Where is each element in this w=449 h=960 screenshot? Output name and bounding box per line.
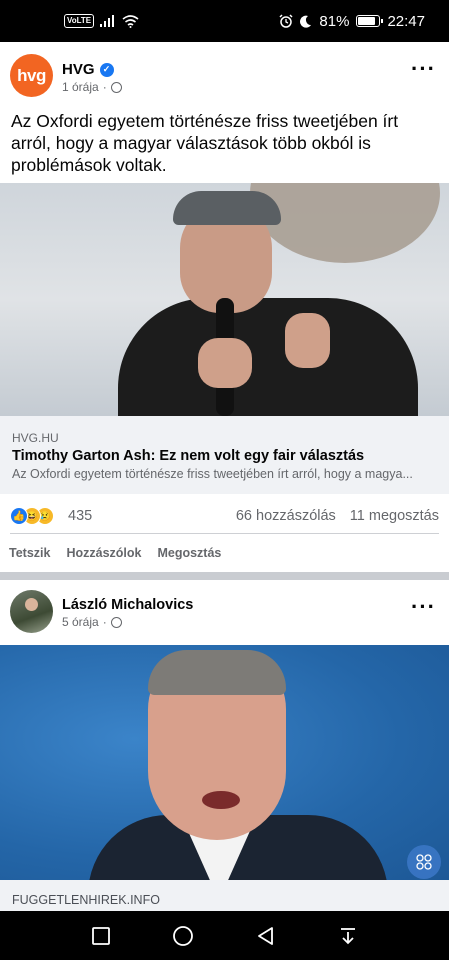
comment-button[interactable]: Hozzászólok <box>66 546 141 560</box>
image-hair <box>148 650 286 695</box>
verified-badge-icon: ✓ <box>99 62 114 77</box>
signal-icon <box>100 15 115 27</box>
link-domain: FUGGETLENHIREK.INFO <box>12 893 160 907</box>
battery-fill <box>358 17 375 25</box>
meta-separator: · <box>102 80 107 94</box>
navigation-bar <box>0 911 449 960</box>
post-author[interactable]: HVG ✓ <box>62 61 114 78</box>
clock: 22:47 <box>387 12 425 30</box>
share-button[interactable]: Megosztás <box>157 546 221 560</box>
reaction-icons[interactable]: 👍 😆 😢 <box>10 507 54 525</box>
author-name[interactable]: László Michalovics <box>62 597 193 613</box>
status-bar: VoLTE 81% 22:47 <box>0 0 449 42</box>
post-hvg: hvg HVG ✓ 1 órája · ··· Az Oxfordi egyet… <box>0 42 449 572</box>
square-icon <box>92 926 111 945</box>
image-cap <box>173 191 281 225</box>
post-time[interactable]: 1 órája <box>62 80 99 94</box>
status-left: VoLTE <box>64 14 139 28</box>
more-options-icon[interactable]: ··· <box>411 58 436 80</box>
avatar[interactable] <box>10 590 53 633</box>
wifi-icon <box>122 14 139 28</box>
globe-icon <box>110 616 122 628</box>
post-image[interactable] <box>0 645 449 880</box>
avatar[interactable]: hvg <box>10 54 53 97</box>
author-name[interactable]: HVG <box>62 61 95 78</box>
image-hand <box>285 313 330 368</box>
post-header: hvg HVG ✓ 1 órája · ··· <box>0 42 449 106</box>
battery-percent: 81% <box>319 12 350 30</box>
volte-icon: VoLTE <box>64 14 95 28</box>
comment-count[interactable]: 66 hozzászólás <box>236 508 336 524</box>
back-button[interactable] <box>253 923 279 949</box>
divider <box>10 533 439 534</box>
post-michalovics: László Michalovics 5 órája · ··· FUGGETL… <box>0 580 449 911</box>
link-domain: HVG.HU <box>12 431 59 445</box>
home-button[interactable] <box>170 923 196 949</box>
like-button[interactable]: Tetszik <box>9 546 50 560</box>
reaction-count[interactable]: 435 <box>68 508 92 524</box>
image-mouth <box>202 791 240 809</box>
image-hand <box>198 338 252 388</box>
link-description: Az Oxfordi egyetem történésze friss twee… <box>12 467 413 481</box>
post-meta: 5 órája · <box>62 615 122 629</box>
post-image[interactable] <box>0 183 449 416</box>
alarm-icon <box>279 14 293 28</box>
share-count[interactable]: 11 megosztás <box>350 508 439 524</box>
download-arrow-icon <box>340 927 355 944</box>
feed-separator <box>0 572 449 580</box>
status-right: 81% 22:47 <box>279 13 425 30</box>
circle-icon <box>173 925 194 946</box>
post-meta: 1 órája · <box>62 80 122 94</box>
notification-pull-button[interactable] <box>335 923 361 949</box>
image-coat <box>118 298 418 416</box>
floating-grid-icon[interactable] <box>407 845 441 879</box>
more-options-icon[interactable]: ··· <box>411 596 436 618</box>
like-reaction-icon: 👍 <box>10 507 28 525</box>
post-time[interactable]: 5 órája <box>62 615 99 629</box>
link-title[interactable]: Timothy Garton Ash: Ez nem volt egy fair… <box>12 448 364 464</box>
link-preview[interactable]: HVG.HU Timothy Garton Ash: Ez nem volt e… <box>0 416 449 494</box>
moon-icon <box>300 15 312 28</box>
meta-separator: · <box>102 615 107 629</box>
triangle-back-icon <box>257 926 273 945</box>
battery-icon <box>356 15 384 27</box>
comments-shares: 66 hozzászólás 11 megosztás <box>236 508 439 524</box>
post-actions: Tetszik Hozzászólok Megosztás <box>0 538 449 568</box>
globe-icon <box>110 81 122 93</box>
recent-apps-button[interactable] <box>88 923 114 949</box>
reactions-bar: 👍 😆 😢 435 66 hozzászólás 11 megosztás <box>0 494 449 534</box>
post-text: Az Oxfordi egyetem történésze friss twee… <box>11 111 399 175</box>
